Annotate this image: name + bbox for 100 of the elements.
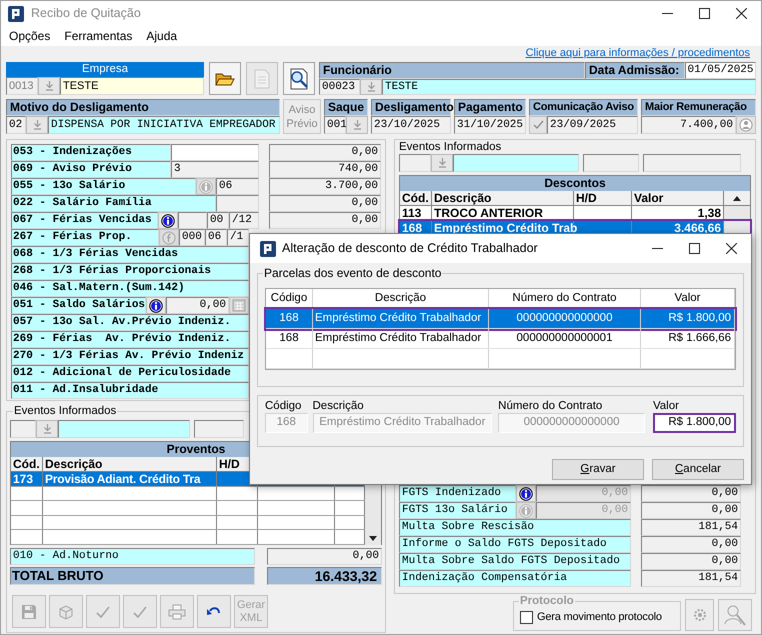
menu-item[interactable]: Ajuda (146, 27, 178, 45)
column-header: Descrição (432, 191, 574, 205)
event-label: 069 - Aviso Prévio (11, 161, 171, 178)
field-header: Empresa (6, 62, 204, 77)
event-label: 270 - 1/3 Férias Av. Prévio Indeniz (11, 348, 249, 365)
event-label: 011 - Ad.Insalubridade (11, 382, 249, 399)
event-value: 3.700,00 (269, 178, 381, 195)
event-value: 0,00 (269, 144, 381, 161)
table-cell: 000000000000001 (489, 329, 641, 348)
event-field[interactable]: 000 (179, 229, 205, 246)
group-title: Eventos Informados (399, 141, 502, 154)
event-label: 010 - Ad.Noturno (10, 548, 255, 565)
total-value: 16.433,32 (267, 567, 382, 585)
total-label: TOTAL BRUTO (10, 567, 255, 585)
field-header: Pagamento (454, 99, 526, 116)
menu-item[interactable]: Ferramentas (64, 27, 132, 45)
fgts-value: 0,00 (641, 553, 741, 570)
fgts-label: Multa Sobre Rescisão (399, 519, 631, 536)
table-cell: 000000000000000 (489, 309, 641, 328)
field-header: Desligamento (371, 99, 451, 116)
employee-code-field: 00023 (319, 79, 360, 95)
group-title: Parcelas dos evento de desconto (263, 266, 442, 280)
fgts-value: 181,54 (641, 570, 741, 587)
event-value: 740,00 (269, 161, 381, 178)
column-header: Cód. (400, 191, 432, 205)
field-label: Descrição (312, 399, 365, 413)
field-header: Maior Remuneração (641, 99, 756, 116)
notice-date-field: 23/09/2025 (547, 116, 638, 134)
column-header: Cód. (11, 457, 43, 471)
info-link[interactable]: Clique aqui para informações / procedimentos (526, 47, 750, 60)
event-label: 268 - 1/3 Férias Proporcionais (11, 263, 249, 280)
withdrawal-code-field: 001 (324, 116, 346, 134)
table-row[interactable]: 168 Empréstimo Crédito Trabalhador 000000000000001 R$ 1.666,66 (266, 329, 735, 349)
company-code-field: 0013 (6, 77, 38, 95)
event-label: 068 - 1/3 Férias Vencidas (11, 246, 249, 263)
table-cell: Provisão Adiant. Crédito Tra (43, 472, 217, 486)
event-value: 0,00 (269, 195, 381, 212)
window-title: Recibo de Quitação (31, 5, 142, 22)
reason-field: DISPENSA POR INICIATIVA EMPREGADOR (48, 116, 280, 134)
field-label: Número do Contrato (498, 399, 604, 413)
column-header: Descrição (43, 457, 217, 471)
table-cell: R$ 1.800,00 (641, 309, 735, 328)
reason-code-field: 02 (6, 116, 26, 134)
event-field[interactable]: 06 (216, 178, 259, 195)
event-field[interactable]: 00 (207, 212, 229, 229)
fgts-label: FGTS Indenizado (399, 485, 516, 502)
table-cell: 173 (11, 472, 43, 486)
event-label: 055 - 13o Salário (11, 178, 196, 195)
event-value: 0,00 (267, 548, 382, 565)
event-label: 269 - Férias Av. Prévio Indeniz. (11, 331, 249, 348)
dialog-title: Alteração de desconto de Crédito Trabalhador (282, 240, 539, 258)
fgts-label: Informe o Saldo FGTS Depositado (399, 536, 631, 553)
table-title: Descontos (400, 176, 750, 191)
event-field[interactable]: /1 (227, 229, 249, 246)
fgts-value: 0,00 (641, 485, 741, 502)
checkbox-label: Gera movimento protocolo (537, 610, 662, 626)
company-name-field: TESTE (60, 77, 204, 95)
admission-date-field: 01/05/2025 (685, 62, 756, 79)
employee-name-field: TESTE (382, 79, 756, 95)
event-label: 267 - Férias Prop. (11, 229, 159, 246)
event-field[interactable]: 0,00 (166, 297, 229, 314)
fgts-value: 0,00 (641, 502, 741, 519)
event-label: 057 - 13o Sal. Av.Prévio Indeniz. (11, 314, 249, 331)
event-label: 022 - Salário Família (11, 195, 216, 212)
event-label: 053 - Indenizações (11, 144, 171, 161)
table-cell: 168 (266, 329, 313, 348)
table-cell: Empréstimo Crédito Trabalhador (313, 329, 489, 348)
event-label: 012 - Adicional de Periculosidade (11, 365, 249, 382)
cancel-button[interactable]: Cancelar (652, 459, 744, 480)
fgts-label: Multa Sobre Saldo FGTS Depositado (399, 553, 631, 570)
event-field[interactable]: /12 (229, 212, 259, 229)
event-label: 051 - Saldo Salários (11, 297, 146, 314)
event-label: 046 - Sal.Matern.(Sum.142) (11, 280, 249, 297)
field-label: Código (265, 399, 302, 413)
event-field[interactable]: 3 (171, 161, 259, 178)
menu-item[interactable]: Opções (9, 27, 50, 45)
save-button[interactable]: Gravar (552, 459, 644, 480)
field-header: Funcionário (319, 62, 585, 79)
event-field[interactable]: 06 (205, 229, 227, 246)
column-header: Valor (632, 191, 724, 205)
fgts-value: 181,54 (641, 519, 741, 536)
fgts-label: FGTS 13o Salário (399, 502, 516, 519)
table-cell: R$ 1.666,66 (641, 329, 735, 348)
table-cell: 168 (266, 309, 313, 328)
field-header: Saque (324, 99, 368, 116)
table-row[interactable]: 168 Empréstimo Crédito Trabalhador 000000000000000 R$ 1.800,00 (266, 309, 735, 329)
event-value: 0,00 (269, 212, 381, 229)
field-header: Motivo do Desligamento (6, 99, 280, 116)
fgts-sub-value: 0,00 (536, 485, 631, 502)
field-header: Comunicação Aviso (529, 99, 638, 116)
fgts-label: Indenização Compensatória (399, 570, 631, 587)
fgts-sub-value: 0,00 (536, 502, 631, 519)
event-label: 067 - Férias Vencidas (11, 212, 158, 229)
payment-date-field: 31/10/2025 (454, 116, 526, 134)
fgts-value: 0,00 (641, 536, 741, 553)
highest-salary-field: 7.400,00 (641, 116, 736, 134)
column-header: H/D (574, 191, 632, 205)
field-header: Data Admissão: (585, 62, 685, 79)
dismissal-date-field: 23/10/2025 (371, 116, 451, 134)
detail-field[interactable]: R$ 1.800,00 (652, 413, 736, 433)
